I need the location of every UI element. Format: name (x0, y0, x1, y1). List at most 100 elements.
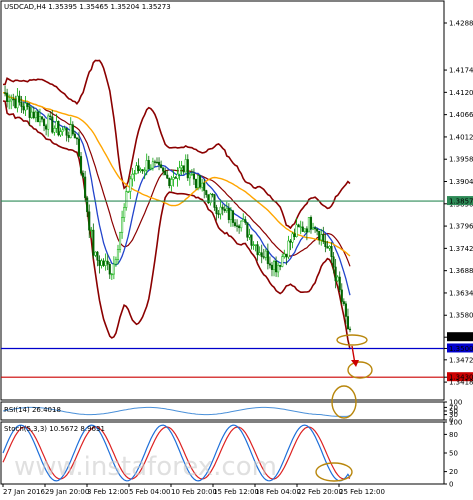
candle-body (279, 265, 282, 267)
candle-body (96, 251, 99, 261)
candle-body (123, 207, 126, 218)
candle-body (75, 137, 78, 140)
price-tick-label: 1.34185 (449, 379, 473, 387)
candle-body (186, 159, 189, 179)
candle-body (88, 211, 91, 231)
candle-body (59, 131, 62, 136)
candle-body (24, 102, 27, 111)
candle-body (178, 167, 181, 175)
candle-body (86, 197, 89, 213)
candle-body (242, 219, 245, 222)
candle-body (268, 263, 271, 266)
price-tick-label: 1.41205 (449, 89, 473, 97)
candle-body (16, 95, 19, 109)
candle-body (344, 303, 347, 317)
candle-body (215, 207, 218, 215)
candle-body (51, 116, 54, 133)
candle-body (32, 111, 35, 119)
price-tick-label: 1.39045 (449, 178, 473, 186)
candle-body (100, 260, 103, 266)
time-tick-label: 3 Feb 12:00 (87, 488, 128, 496)
candle-body (219, 206, 222, 215)
candle-body (94, 251, 97, 256)
candle-body (57, 120, 60, 136)
candle-body (240, 220, 243, 229)
candle-body (69, 124, 72, 138)
candle-body (10, 98, 13, 102)
candle-body (98, 260, 101, 266)
candle-body (36, 111, 39, 123)
candle-body (225, 208, 228, 212)
price-tick-label: 1.36345 (449, 289, 473, 297)
candle-body (287, 240, 290, 258)
candle-body (231, 210, 235, 223)
candle-body (262, 256, 265, 258)
stoch-tick-label: 20 (449, 468, 458, 476)
candle-body (110, 273, 113, 276)
candle-body (149, 167, 152, 170)
candle-body (205, 190, 208, 196)
time-tick-label: 5 Feb 04:00 (129, 488, 170, 496)
candle-body (63, 128, 66, 131)
candle-body (246, 222, 249, 238)
candle-body (326, 246, 329, 249)
candle-body (277, 265, 280, 273)
candle-body (334, 266, 337, 282)
candle-body (40, 116, 44, 120)
candle-body (311, 227, 315, 230)
watermark-text: www.instaforex.com (14, 452, 277, 482)
candle-body (289, 240, 292, 243)
candle-body (233, 222, 237, 226)
candle-body (223, 208, 226, 212)
candle-body (338, 276, 341, 291)
candle-body (129, 178, 132, 192)
candle-body (330, 246, 333, 258)
price-tick-label: 1.40125 (449, 133, 473, 141)
candle-body (236, 225, 239, 227)
time-tick-label: 25 Feb 12:00 (339, 488, 385, 496)
candle-body (217, 213, 220, 215)
candle-body (293, 233, 296, 237)
candle-body (172, 177, 175, 180)
candle-body (303, 228, 306, 232)
candle-body (299, 226, 302, 228)
candle-body (73, 133, 76, 139)
rsi-panel (0, 401, 445, 421)
candle-body (266, 250, 269, 264)
candle-body (125, 191, 128, 208)
candle-body (297, 224, 300, 228)
candle-body (281, 256, 284, 267)
price-tick-label: 1.35805 (449, 312, 473, 320)
price-tick-label: 1.39585 (449, 156, 473, 164)
time-tick-label: 22 Feb 20:00 (297, 488, 343, 496)
candle-body (260, 252, 263, 257)
candle-body (184, 159, 187, 173)
stoch-tick-label: 100 (449, 419, 462, 427)
candle-body (8, 100, 11, 103)
candle-body (28, 106, 31, 118)
candle-body (34, 111, 37, 119)
candle-body (194, 178, 198, 188)
candle-body (30, 111, 33, 118)
candle-body (106, 260, 109, 265)
candle-body (244, 219, 247, 223)
candle-body (264, 250, 267, 258)
chart-title: USDCAD,H4 1.35395 1.35465 1.35204 1.3527… (4, 3, 171, 11)
candle-body (275, 260, 278, 273)
stoch-tick-label: 80 (449, 431, 458, 439)
candle-body (67, 135, 70, 138)
candle-body (318, 230, 321, 241)
candle-body (45, 125, 48, 130)
candle-body (252, 244, 255, 246)
candle-body (4, 92, 7, 94)
candle-body (116, 249, 120, 260)
candle-body (256, 244, 259, 256)
candle-body (301, 226, 304, 232)
price-tick-label: 1.35000 (449, 345, 473, 353)
candle-body (151, 161, 154, 169)
candle-body (71, 124, 74, 135)
candle-body (47, 115, 50, 130)
candle-body (190, 173, 193, 176)
candle-body (133, 173, 136, 175)
candle-body (324, 241, 327, 247)
